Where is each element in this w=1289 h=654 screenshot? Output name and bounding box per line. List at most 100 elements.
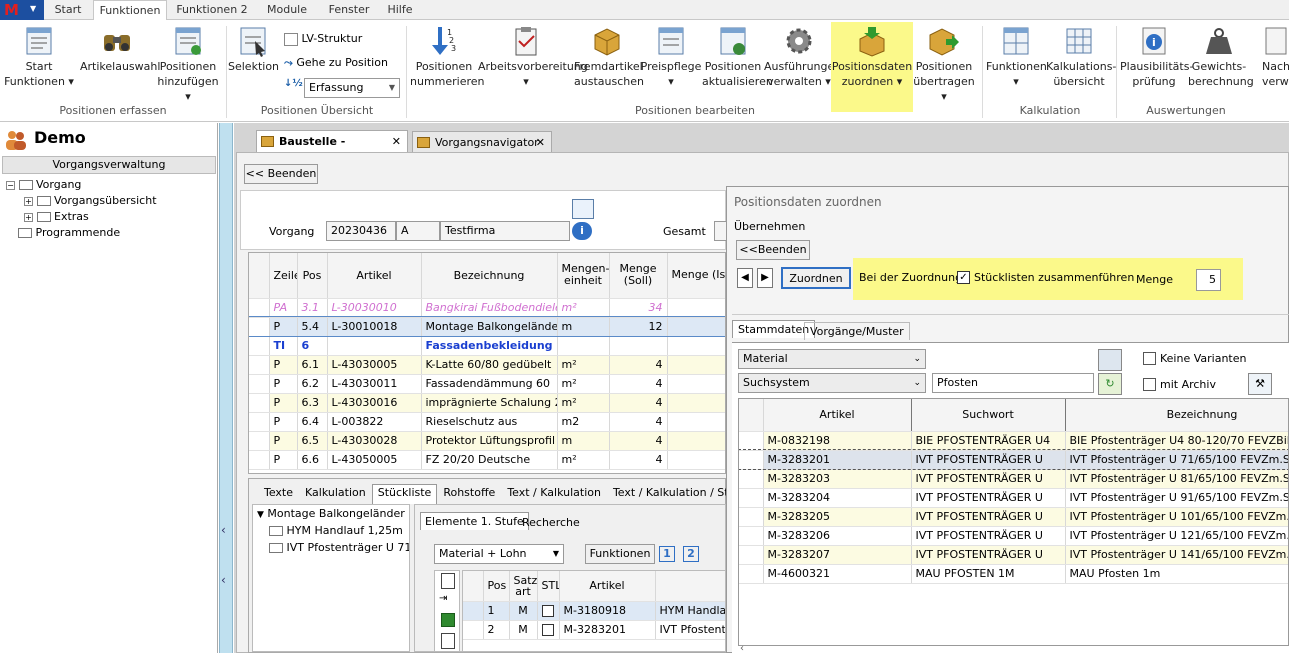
bezeichnung-cell[interactable]: Protektor Lüftungsprofil — [421, 431, 558, 451]
positionsdaten-zuordnen-button[interactable]: Positionsdaten zuordnen ▾ — [831, 22, 913, 112]
bezeichnung-cell[interactable]: IVT Pfostenträger U 141/65/100 FEVZm.Ste… — [1065, 545, 1288, 565]
table-row[interactable]: M-3283205 IVT PFOSTENTRÄGER U IVT Pfostent… — [739, 507, 1288, 527]
menu-tab-fenster[interactable]: Fenster — [322, 0, 376, 20]
einheit-cell[interactable]: m² — [557, 393, 610, 413]
menge-ist-cell[interactable] — [667, 317, 725, 337]
pos-cell[interactable]: 3.1 — [297, 298, 328, 318]
zuordnen-button[interactable]: Zuordnen — [781, 267, 851, 289]
tab-recherche[interactable]: Recherche — [518, 514, 584, 531]
tree-item-vorgangsuebersicht[interactable]: + Vorgangsübersicht — [6, 193, 216, 209]
col-header-bezeichnung[interactable] — [655, 571, 725, 602]
vorgangsverwaltung-header[interactable]: Vorgangsverwaltung — [2, 156, 216, 174]
tab-rohstoffe[interactable]: Rohstoffe — [437, 484, 501, 504]
menu-tab-module[interactable]: Module — [260, 0, 314, 20]
artikel-cell[interactable]: L-43050005 — [327, 450, 422, 470]
plausibilitaetspruefung-button[interactable]: i Plausibilitäts-prüfung — [1120, 22, 1193, 98]
table-row[interactable]: M-3283207 IVT PFOSTENTRÄGER U IVT Pfostent… — [739, 545, 1288, 565]
app-menu-button[interactable]: M ▼ — [0, 0, 44, 20]
table-row[interactable]: M-4600321 MAU PFOSTEN 1M MAU Pfosten 1m — [739, 564, 1288, 584]
previous-arrow-icon[interactable]: ◀ — [737, 268, 753, 288]
pos-cell[interactable]: 6.4 — [297, 412, 328, 432]
suchwort-cell[interactable]: IVT PFOSTENTRÄGER U — [911, 469, 1066, 489]
suchwort-cell[interactable]: IVT PFOSTENTRÄGER U — [911, 545, 1066, 565]
einheit-cell[interactable]: m2 — [557, 412, 610, 432]
search-input[interactable]: Pfosten — [932, 373, 1094, 393]
save-icon[interactable] — [441, 613, 455, 627]
einheit-cell[interactable] — [557, 336, 610, 356]
positionen-aktualisieren-button[interactable]: Positionen aktualisieren — [702, 22, 773, 98]
table-row[interactable]: PA 3.1 L-30030010 Bangkirai Fußbodendielen m… — [249, 298, 725, 318]
tab-kalkulation[interactable]: Kalkulation — [299, 484, 372, 504]
stl-cell[interactable] — [537, 601, 560, 621]
bezeichnung-cell[interactable]: IVT Pfostenträ — [655, 620, 725, 640]
artikel-cell[interactable]: M-3283201 — [559, 620, 656, 640]
artikel-cell[interactable]: M-3283205 — [763, 507, 912, 527]
close-icon[interactable]: ✕ — [536, 132, 545, 154]
gehe-zu-position-button[interactable]: ⤳ Gehe zu Position — [284, 54, 399, 72]
col-header-artikel[interactable]: Artikel — [327, 253, 422, 299]
bezeichnung-cell[interactable]: IVT Pfostenträger U 81/65/100 FEVZm.Stei… — [1065, 469, 1288, 489]
pos-cell[interactable]: 2 — [483, 620, 510, 640]
col-header-stl[interactable]: STL — [537, 571, 560, 602]
suchwort-cell[interactable]: IVT PFOSTENTRÄGER U — [911, 450, 1066, 470]
table-row[interactable]: M-3283201 IVT PFOSTENTRÄGER U IVT Pfostent… — [739, 449, 1288, 470]
col-header-bezeichnung[interactable]: Bezeichnung — [1065, 399, 1288, 432]
menge-ist-cell[interactable] — [667, 355, 725, 375]
arbeitsvorbereitung-button[interactable]: Arbeitsvorbereitung ▾ — [478, 22, 588, 98]
col-header-zeile[interactable]: Zeile — [269, 253, 298, 299]
chevron-left-icon[interactable]: ‹ — [221, 523, 226, 537]
col-header-mengeneinheit[interactable]: Mengen-einheit — [557, 253, 610, 299]
stuecklisten-checkbox[interactable]: ✓ — [957, 271, 970, 284]
pos-cell[interactable]: 6.1 — [297, 355, 328, 375]
table-row[interactable]: P 6.4 L-003822 Rieselschutz aus m2 4 — [249, 412, 725, 432]
material-select[interactable]: Material ⌄ — [738, 349, 926, 369]
mit-archiv-checkbox[interactable] — [1143, 378, 1156, 391]
artikel-cell[interactable]: M-3283207 — [763, 545, 912, 565]
satzart-cell[interactable]: M — [509, 620, 538, 640]
suchwort-cell[interactable]: BIE PFOSTENTRÄGER U4 — [911, 431, 1066, 451]
tree-item-hym-handlauf[interactable]: HYM Handlauf 1,25m — [253, 522, 409, 539]
artikelauswahl-button[interactable]: Artikelauswahl — [80, 22, 160, 98]
menge-ist-cell[interactable] — [667, 431, 725, 451]
firma-field[interactable]: Testfirma — [440, 221, 570, 241]
col-header-pos[interactable]: Pos — [297, 253, 328, 299]
expand-icon[interactable]: + — [24, 196, 33, 206]
menge-soll-cell[interactable]: 4 — [609, 450, 668, 470]
scroll-left-icon[interactable]: ‹ — [740, 643, 744, 654]
table-row[interactable]: P 6.3 L-43030016 imprägnierte Schalung 24 m²… — [249, 393, 725, 413]
menge-ist-cell[interactable] — [667, 336, 725, 356]
bezeichnung-cell[interactable]: Fassadenbekleidung — [421, 336, 558, 356]
bezeichnung-cell[interactable]: IVT Pfostenträger U 101/65/100 FEVZm.Ste… — [1065, 507, 1288, 527]
bezeichnung-cell[interactable]: IVT Pfostenträger U 121/65/100 FEVZm.Ste… — [1065, 526, 1288, 546]
col-header-pos[interactable]: Pos — [483, 571, 510, 602]
artikel-cell[interactable]: M-3283204 — [763, 488, 912, 508]
preispflege-button[interactable]: Preispflege ▾ — [640, 22, 702, 98]
delete-icon[interactable] — [441, 633, 455, 649]
menge-soll-cell[interactable]: 4 — [609, 431, 668, 451]
zeile-cell[interactable]: P — [269, 431, 298, 451]
col-header-artikel[interactable]: Artikel — [763, 399, 912, 432]
table-row[interactable]: M-3283203 IVT PFOSTENTRÄGER U IVT Pfostent… — [739, 469, 1288, 489]
tree-item-programmende[interactable]: Programmende — [6, 225, 216, 241]
einheit-cell[interactable]: m — [557, 431, 610, 451]
artikel-cell[interactable]: M-4600321 — [763, 564, 912, 584]
tree-item-ivt-pfostentraeger[interactable]: IVT Pfostenträger U 71/6 — [253, 539, 409, 556]
bezeichnung-cell[interactable]: MAU Pfosten 1m — [1065, 564, 1288, 584]
tree-item-vorgang[interactable]: − Vorgang — [6, 177, 216, 193]
artikel-cell[interactable] — [327, 336, 422, 356]
table-row[interactable]: M-3283206 IVT PFOSTENTRÄGER U IVT Pfostent… — [739, 526, 1288, 546]
col-header-satzart[interactable]: Satz-art — [509, 571, 538, 602]
pos-cell[interactable]: 1 — [483, 601, 510, 621]
new-document-icon[interactable] — [441, 573, 455, 589]
level-1-icon[interactable]: 1 — [659, 546, 675, 562]
menge-ist-cell[interactable] — [667, 374, 725, 394]
table-row[interactable]: TI 6 Fassadenbekleidung — [249, 336, 725, 356]
menge-soll-cell[interactable]: 34 — [609, 298, 668, 318]
menge-ist-cell[interactable] — [667, 412, 725, 432]
suchsystem-select[interactable]: Suchsystem ⌄ — [738, 373, 926, 393]
ausfuehrungen-verwalten-button[interactable]: Ausführungen verwalten ▾ — [764, 22, 841, 98]
col-header-bezeichnung[interactable]: Bezeichnung — [421, 253, 558, 299]
insert-icon[interactable]: ⇥ — [439, 593, 447, 604]
info-icon[interactable]: i — [572, 222, 592, 240]
kalkulationsuebersicht-button[interactable]: Kalkulations-übersicht — [1046, 22, 1116, 98]
